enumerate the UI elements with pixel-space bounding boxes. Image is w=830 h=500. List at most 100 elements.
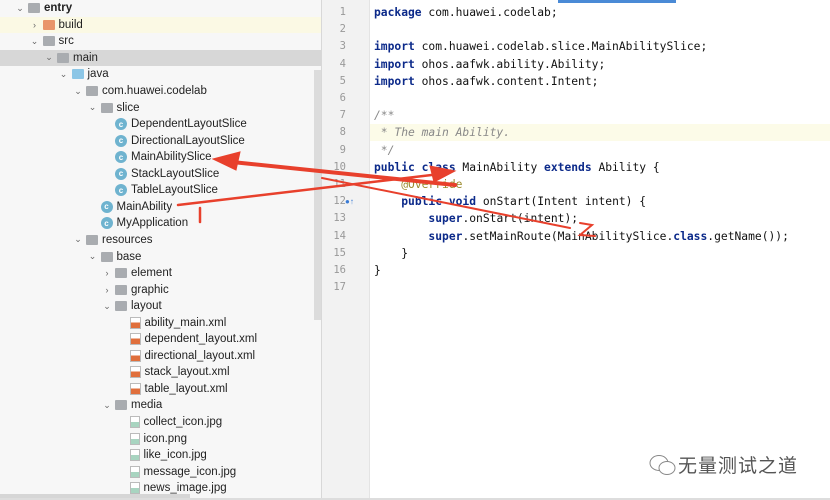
code-token: public void bbox=[401, 195, 477, 209]
code-line[interactable]: import ohos.aafwk.content.Intent; bbox=[374, 73, 830, 90]
active-tab-indicator bbox=[558, 0, 676, 3]
tree-item-table-layout-xml[interactable]: table_layout.xml bbox=[0, 381, 321, 398]
folder-icon bbox=[42, 36, 55, 47]
chevron-down-icon[interactable]: ⌄ bbox=[101, 400, 113, 411]
chevron-down-icon[interactable]: ⌄ bbox=[58, 69, 70, 80]
class-icon: c bbox=[115, 151, 127, 164]
tree-item-label: entry bbox=[44, 2, 73, 15]
code-line[interactable]: * The main Ability. bbox=[370, 124, 830, 142]
code-line[interactable]: public void onStart(Intent intent) { bbox=[374, 193, 830, 210]
code-token: import bbox=[374, 40, 415, 54]
override-gutter-icon[interactable]: ●↑ bbox=[345, 193, 354, 210]
tree-item-icon-png[interactable]: icon.png bbox=[0, 430, 321, 447]
tree-item-media[interactable]: ⌄ media bbox=[0, 397, 321, 414]
chevron-down-icon[interactable]: ⌄ bbox=[14, 3, 26, 14]
tree-item-directional-layout-xml[interactable]: directional_layout.xml bbox=[0, 348, 321, 365]
code-line[interactable]: /** bbox=[374, 107, 830, 124]
chevron-down-icon[interactable]: ⌄ bbox=[72, 234, 84, 245]
module-folder-icon bbox=[28, 3, 40, 14]
tree-item-dependent-layout-xml[interactable]: dependent_layout.xml bbox=[0, 331, 321, 348]
chevron-down-icon[interactable]: ⌄ bbox=[43, 52, 55, 63]
tree-item-label: stack_layout.xml bbox=[144, 366, 230, 379]
tree-item-message-icon-jpg[interactable]: message_icon.jpg bbox=[0, 463, 321, 480]
code-line[interactable]: package com.huawei.codelab; bbox=[374, 4, 830, 21]
code-line[interactable]: import ohos.aafwk.ability.Ability; bbox=[374, 56, 830, 73]
tree-vertical-scrollbar[interactable] bbox=[314, 70, 321, 320]
code-line[interactable] bbox=[374, 90, 830, 107]
code-line[interactable] bbox=[374, 279, 830, 296]
chevron-down-icon[interactable]: ⌄ bbox=[87, 102, 99, 113]
code-line[interactable]: */ bbox=[374, 142, 830, 159]
tree-item-main[interactable]: ⌄ main bbox=[0, 49, 321, 67]
tree-item-entry[interactable]: ⌄ entry bbox=[0, 0, 321, 17]
tree-item-label: graphic bbox=[131, 283, 169, 296]
tree-item-mainabilityslice[interactable]: c MainAbilitySlice bbox=[0, 149, 321, 166]
tree-item-label: ability_main.xml bbox=[144, 316, 227, 329]
tree-item-label: media bbox=[131, 399, 163, 412]
code-token: com.huawei.codelab.slice.MainAbilitySlic… bbox=[414, 40, 708, 54]
class-icon: c bbox=[115, 167, 127, 180]
chevron-right-icon[interactable]: › bbox=[101, 285, 113, 295]
code-line[interactable]: public class MainAbility extends Ability… bbox=[374, 159, 830, 176]
xml-file-icon bbox=[129, 316, 141, 329]
code-token: super bbox=[428, 212, 463, 226]
line-number: 17 bbox=[333, 281, 346, 294]
line-number: 1 bbox=[339, 6, 346, 18]
tree-item-label: DependentLayoutSlice bbox=[131, 118, 247, 131]
tree-item-src[interactable]: ⌄ src bbox=[0, 33, 321, 50]
chevron-right-icon[interactable]: › bbox=[101, 268, 113, 278]
tree-item-mainability[interactable]: c MainAbility bbox=[0, 199, 321, 216]
tree-item-label: DirectionalLayoutSlice bbox=[131, 134, 245, 147]
resources-folder-icon bbox=[86, 234, 98, 245]
tree-item-label: StackLayoutSlice bbox=[131, 167, 220, 180]
tree-item-label: like_icon.jpg bbox=[143, 449, 207, 462]
tree-item-stack-layout-xml[interactable]: stack_layout.xml bbox=[0, 364, 321, 381]
tree-item-element[interactable]: › element bbox=[0, 265, 321, 282]
tree-item-stacklayoutslice[interactable]: c StackLayoutSlice bbox=[0, 166, 321, 183]
tree-item-base[interactable]: ⌄ base bbox=[0, 248, 321, 265]
tree-item-label: directional_layout.xml bbox=[144, 349, 256, 362]
chevron-down-icon[interactable]: ⌄ bbox=[101, 301, 113, 312]
chevron-down-icon[interactable]: ⌄ bbox=[72, 86, 84, 97]
chevron-down-icon[interactable]: ⌄ bbox=[87, 251, 99, 262]
tree-item-graphic[interactable]: › graphic bbox=[0, 281, 321, 298]
tree-item-dependentlayoutslice[interactable]: c DependentLayoutSlice bbox=[0, 116, 321, 133]
folder-orange-icon bbox=[42, 19, 55, 30]
code-line[interactable]: } bbox=[374, 245, 830, 262]
chevron-right-icon[interactable]: › bbox=[29, 20, 41, 30]
wechat-icon bbox=[649, 454, 676, 475]
tree-item-directionallayoutslice[interactable]: c DirectionalLayoutSlice bbox=[0, 132, 321, 149]
watermark-text: 无量测试之道 bbox=[678, 456, 799, 477]
code-line[interactable]: } bbox=[374, 262, 830, 279]
chevron-down-icon[interactable]: ⌄ bbox=[29, 36, 41, 47]
code-line[interactable] bbox=[374, 21, 830, 38]
code-token: @Override bbox=[401, 178, 463, 191]
code-token: class bbox=[673, 229, 708, 243]
tree-item-slice[interactable]: ⌄ slice bbox=[0, 99, 321, 116]
image-file-icon bbox=[129, 432, 140, 445]
code-line[interactable]: super.setMainRoute(MainAbilitySlice.clas… bbox=[374, 228, 830, 245]
code-token: package bbox=[374, 6, 422, 19]
tree-item-java[interactable]: ⌄ java bbox=[0, 66, 321, 83]
tree-item-label: MyApplication bbox=[116, 217, 189, 230]
code-token: */ bbox=[374, 143, 395, 157]
tree-item-layout[interactable]: ⌄ layout bbox=[0, 298, 321, 315]
line-number: 12 bbox=[333, 195, 346, 208]
tree-item-ability-main-xml[interactable]: ability_main.xml bbox=[0, 314, 321, 331]
code-line[interactable]: super.onStart(intent); bbox=[374, 210, 830, 227]
tree-item-resources[interactable]: ⌄ resources bbox=[0, 232, 321, 249]
tree-item-collect-icon-jpg[interactable]: collect_icon.jpg bbox=[0, 414, 321, 431]
tree-item-build[interactable]: › build bbox=[0, 16, 321, 34]
line-number: 14 bbox=[333, 229, 346, 242]
tree-item-like-icon-jpg[interactable]: like_icon.jpg bbox=[0, 447, 321, 464]
tree-item-tablelayoutslice[interactable]: c TableLayoutSlice bbox=[0, 182, 321, 199]
code-line[interactable]: import com.huawei.codelab.slice.MainAbil… bbox=[374, 38, 830, 55]
folder-icon bbox=[115, 301, 127, 312]
tree-item-myapplication[interactable]: c MyApplication bbox=[0, 215, 321, 232]
image-file-icon bbox=[129, 416, 140, 428]
code-line[interactable]: @Override bbox=[374, 176, 830, 193]
tree-item-label: element bbox=[131, 267, 172, 280]
tree-item-com-huawei-codelab[interactable]: ⌄ com.huawei.codelab bbox=[0, 83, 321, 100]
